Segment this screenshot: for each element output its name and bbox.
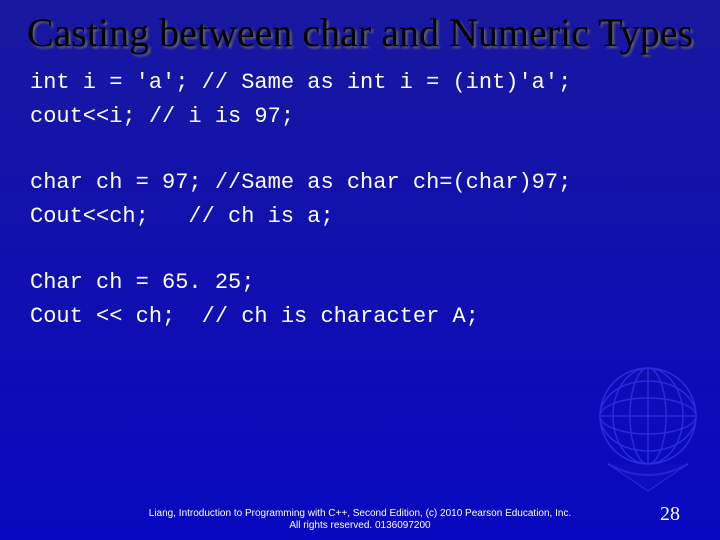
footer-line2: All rights reserved. 0136097200 — [289, 520, 430, 531]
globe-icon — [588, 356, 708, 496]
footer-copyright: Liang, Introduction to Programming with … — [0, 508, 720, 532]
code-block-2: char ch = 97; //Same as char ch=(char)97… — [0, 166, 720, 234]
footer-line1: Liang, Introduction to Programming with … — [149, 508, 571, 519]
code-block-1: int i = 'a'; // Same as int i = (int)'a'… — [0, 66, 720, 134]
code-block-3: Char ch = 65. 25; Cout << ch; // ch is c… — [0, 266, 720, 334]
page-number: 28 — [660, 503, 680, 526]
slide-title: Casting between char and Numeric Types — [0, 0, 720, 66]
